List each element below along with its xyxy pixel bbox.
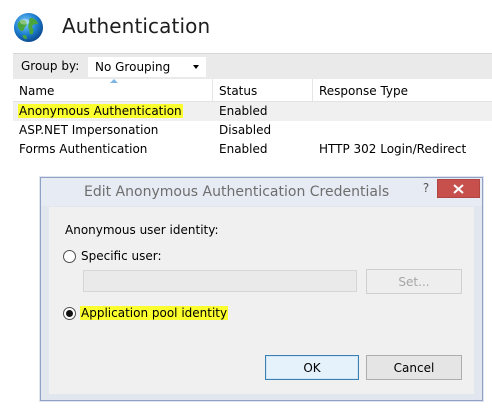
row-response-type: HTTP 302 Login/Redirect [319,142,467,156]
dialog-body: Anonymous user identity: Specific user: … [49,207,474,394]
row-status: Enabled [219,142,268,156]
row-status: Enabled [219,104,268,118]
row-name: Anonymous Authentication [18,104,183,118]
identity-group-label: Anonymous user identity: [65,223,219,237]
specific-user-input[interactable] [83,270,357,292]
list-row-aspnet-impersonation[interactable]: ASP.NET Impersonation Disabled [13,121,492,140]
group-by-dropdown[interactable]: No Grouping [88,57,206,77]
radio-selected-dot [66,310,73,317]
help-button[interactable]: ? [417,181,435,199]
edit-credentials-dialog: Edit Anonymous Authentication Credential… [40,177,483,401]
dialog-titlebar[interactable]: Edit Anonymous Authentication Credential… [41,178,482,206]
row-name: ASP.NET Impersonation [19,123,159,137]
page-title: Authentication [62,14,211,38]
specific-user-label[interactable]: Specific user: [81,249,162,263]
cancel-button[interactable]: Cancel [366,355,462,380]
close-icon [453,184,464,194]
dialog-title: Edit Anonymous Authentication Credential… [84,184,390,200]
sort-ascending-icon [110,79,118,83]
close-button[interactable] [437,179,480,198]
group-by-bar: Group by: No Grouping [13,53,492,79]
row-status: Disabled [219,123,272,137]
specific-user-radio[interactable] [63,250,76,263]
column-header-status[interactable]: Status [213,79,313,102]
globe-icon [13,12,44,43]
page-header: Authentication [0,0,492,52]
dropdown-arrow-icon [193,65,199,69]
list-row-anonymous-authentication[interactable]: Anonymous Authentication Enabled [13,102,492,121]
row-name: Forms Authentication [19,142,148,156]
ok-button[interactable]: OK [265,355,359,380]
column-header-response-type[interactable]: Response Type [313,79,492,102]
set-button[interactable]: Set... [366,269,462,294]
application-pool-radio[interactable] [63,307,76,320]
group-by-label: Group by: [21,59,80,73]
list-row-forms-authentication[interactable]: Forms Authentication Enabled HTTP 302 Lo… [13,140,492,159]
application-pool-label[interactable]: Application pool identity [80,306,229,320]
group-by-value: No Grouping [95,60,171,74]
